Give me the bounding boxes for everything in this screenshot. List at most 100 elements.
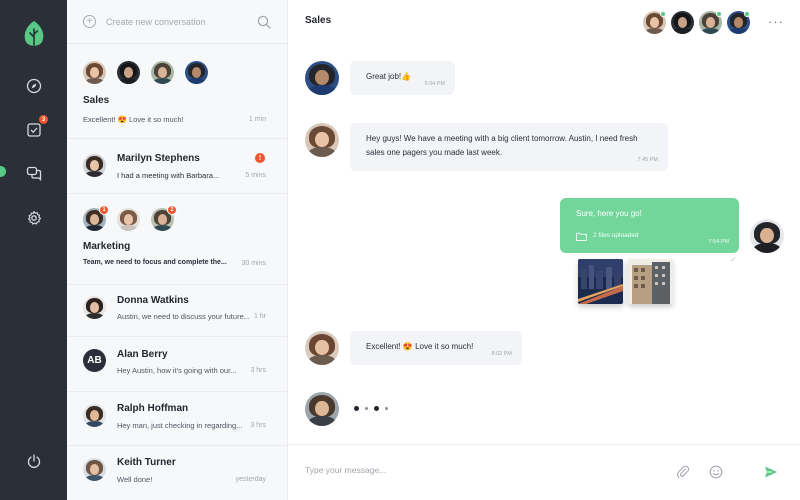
conversation-time: 3 hrs bbox=[250, 367, 266, 374]
conversation-list-header: + Create new conversation bbox=[67, 0, 287, 44]
conversation-item-alan-berry[interactable]: AB Alan Berry Hey Austin, how it's going… bbox=[67, 337, 288, 392]
conversation-item-sales[interactable]: Sales Excellent! 😍 Love it so much! 1 mi… bbox=[67, 44, 288, 139]
message-input[interactable] bbox=[305, 465, 645, 475]
my-avatar bbox=[750, 219, 784, 253]
message-bubble: Great job!👍 5:04 PM bbox=[350, 61, 455, 95]
read-receipt-icon: ✓ bbox=[730, 255, 737, 264]
message-time: 7:54 PM bbox=[708, 239, 729, 245]
logout-button[interactable] bbox=[23, 450, 45, 472]
conversation-time: 1 min bbox=[248, 116, 266, 123]
avatar-initials: AB bbox=[83, 349, 106, 372]
conversation-list: + Create new conversation Sales Excellen… bbox=[67, 0, 288, 500]
sender-avatar bbox=[305, 123, 339, 157]
folder-icon bbox=[576, 232, 587, 241]
my-message-bubble: Sure, here you go! 2 files uploaded 7:54… bbox=[560, 198, 739, 253]
typing-user-avatar bbox=[305, 392, 339, 426]
app-nav-rail: 3 bbox=[0, 0, 67, 500]
group-avatars bbox=[83, 61, 208, 84]
conversation-time: 1 hr bbox=[253, 313, 266, 320]
typing-indicator bbox=[354, 406, 388, 411]
power-icon bbox=[27, 454, 41, 468]
member-avatar[interactable] bbox=[699, 11, 722, 34]
attachment-image-thumbnail[interactable] bbox=[578, 259, 623, 304]
typing-dot bbox=[365, 407, 368, 410]
conversation-item-donna-watkins[interactable]: Donna Watkins Austin, we need to discuss… bbox=[67, 285, 288, 337]
unread-alert-badge: ! bbox=[255, 153, 265, 163]
chat-header: Sales ··· bbox=[288, 0, 800, 44]
message-bubble: Hey guys! We have a meeting with a big c… bbox=[350, 123, 668, 171]
nav-chat-button[interactable] bbox=[23, 162, 45, 184]
conversation-time: yesterday bbox=[235, 476, 266, 483]
avatar bbox=[83, 296, 106, 319]
member-avatar[interactable] bbox=[671, 11, 694, 34]
more-options-icon[interactable]: ··· bbox=[768, 14, 784, 29]
paperclip-icon[interactable] bbox=[676, 465, 690, 479]
nav-explore-button[interactable] bbox=[23, 75, 45, 97]
group-avatars: 1 2 bbox=[83, 205, 177, 231]
leaf-logo-icon[interactable] bbox=[22, 20, 46, 48]
member-avatar[interactable] bbox=[643, 11, 666, 34]
tasks-icon bbox=[27, 123, 41, 137]
typing-dot bbox=[374, 406, 379, 411]
message-time: 8:02 PM bbox=[491, 351, 512, 357]
search-icon[interactable] bbox=[257, 15, 271, 29]
avatar: 1 bbox=[83, 205, 109, 231]
conversation-preview: Excellent! 😍 Love it so much! bbox=[83, 115, 184, 124]
message-composer bbox=[288, 444, 800, 500]
conversation-preview: Well done! bbox=[117, 475, 153, 484]
conversation-preview: Austin, we need to discuss your future..… bbox=[117, 312, 250, 321]
conversation-item-ralph-hoffman[interactable]: Ralph Hoffman Hey man, just checking in … bbox=[67, 392, 288, 446]
nav-tasks-button[interactable]: 3 bbox=[23, 114, 49, 141]
create-conversation-link[interactable]: Create new conversation bbox=[106, 17, 257, 27]
conversation-preview: Hey man, just checking in regarding... bbox=[117, 421, 243, 430]
unread-count-badge: 2 bbox=[167, 205, 177, 215]
building-image bbox=[628, 259, 673, 304]
message-text: Excellent! 😍 Love it so much! bbox=[366, 342, 474, 351]
message-time: 7:45 PM bbox=[637, 157, 658, 163]
conversation-name: Sales bbox=[83, 95, 110, 106]
conversation-item-marilyn-stephens[interactable]: Marilyn Stephens I had a meeting with Ba… bbox=[67, 139, 288, 194]
conversation-name: Donna Watkins bbox=[117, 295, 189, 306]
attachment-summary[interactable]: 2 files uploaded bbox=[576, 229, 723, 243]
gear-icon bbox=[27, 210, 42, 225]
message-text: Great job!👍 bbox=[366, 72, 412, 81]
message-text: Hey guys! We have a meeting with a big c… bbox=[366, 134, 638, 157]
conversation-time: 5 mins bbox=[245, 172, 266, 179]
add-icon[interactable]: + bbox=[83, 15, 96, 28]
sender-avatar bbox=[305, 331, 339, 365]
avatar bbox=[83, 61, 106, 84]
conversation-preview: Team, we need to focus and complete the.… bbox=[83, 259, 227, 266]
avatar bbox=[151, 61, 174, 84]
conversation-name: Keith Turner bbox=[117, 457, 176, 468]
compass-icon bbox=[26, 78, 42, 94]
conversation-name: Marilyn Stephens bbox=[117, 153, 200, 164]
typing-dot bbox=[385, 407, 388, 410]
message-text: Sure, here you go! bbox=[576, 209, 642, 218]
conversation-time: 3 hrs bbox=[250, 422, 266, 429]
conversation-item-keith-turner[interactable]: Keith Turner Well done! yesterday bbox=[67, 446, 288, 500]
conversation-item-marketing[interactable]: 1 2 Marketing Team, we need to focus and… bbox=[67, 194, 288, 285]
typing-dot bbox=[354, 406, 359, 411]
online-indicator bbox=[744, 11, 750, 17]
conversation-name: Marketing bbox=[83, 241, 131, 252]
conversation-preview: I had a meeting with Barbara... bbox=[117, 171, 220, 180]
nav-settings-button[interactable] bbox=[23, 207, 45, 229]
chat-panel: Sales ··· Great job!👍 5:04 PM Hey guys! … bbox=[288, 0, 800, 500]
avatar bbox=[83, 404, 106, 427]
unread-count-badge: 1 bbox=[99, 205, 109, 215]
emoji-icon[interactable] bbox=[709, 465, 723, 479]
conversation-preview: Hey Austin, how it's going with our... bbox=[117, 366, 237, 375]
attachment-image-thumbnail[interactable] bbox=[628, 259, 673, 304]
send-icon[interactable] bbox=[764, 465, 778, 479]
avatar bbox=[185, 61, 208, 84]
avatar bbox=[117, 208, 140, 231]
city-night-image bbox=[578, 259, 623, 304]
conversation-name: Ralph Hoffman bbox=[117, 403, 189, 414]
chat-members bbox=[643, 11, 750, 34]
avatar bbox=[83, 458, 106, 481]
tasks-badge: 3 bbox=[38, 114, 49, 125]
avatar: 2 bbox=[151, 205, 177, 231]
member-avatar[interactable] bbox=[727, 11, 750, 34]
conversation-name: Alan Berry bbox=[117, 349, 168, 360]
online-indicator bbox=[716, 11, 722, 17]
